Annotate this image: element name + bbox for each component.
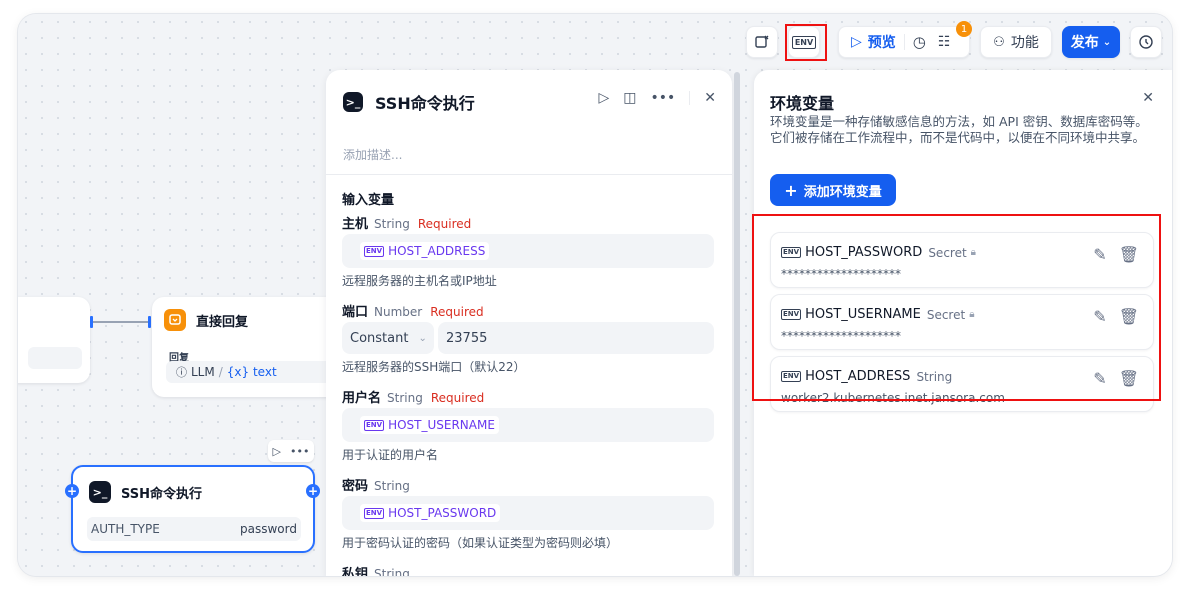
username-help: 用于认证的用户名 [342, 448, 439, 462]
private-key-label: 私钥 String [342, 567, 410, 576]
description-input[interactable]: 添加描述... [343, 146, 402, 163]
edge-connector [92, 321, 150, 323]
features-icon: ⚇ [993, 34, 1005, 50]
ssh-node-param: AUTH_TYPE password [87, 517, 301, 541]
version-history-button[interactable] [1130, 26, 1162, 58]
reply-separator: / [218, 365, 223, 379]
reply-node-title: 直接回复 [196, 314, 249, 330]
edge-handle-right[interactable] [148, 316, 151, 328]
start-node-partial[interactable] [18, 297, 90, 383]
checklist-icon[interactable]: ☷ [938, 34, 951, 50]
port-label: 端口 Number Required [342, 305, 484, 320]
run-history-icon[interactable]: ◷ [913, 33, 926, 51]
run-icon[interactable]: ▷ [598, 90, 609, 106]
param-key: AUTH_TYPE [91, 522, 160, 536]
terminal-icon: >_ [89, 481, 111, 503]
ssh-node-title: SSH命令执行 [121, 486, 203, 502]
section-title: 输入变量 [342, 193, 395, 208]
env-variable-chip[interactable]: ENV HOST_PASSWORD [360, 504, 501, 522]
env-variable-chip[interactable]: ENV HOST_USERNAME [360, 416, 499, 434]
host-help: 远程服务器的主机名或IP地址 [342, 274, 497, 288]
env-button-highlight [785, 24, 827, 61]
preview-label: 预览 [867, 35, 896, 51]
close-icon[interactable]: ✕ [1142, 90, 1154, 106]
env-icon: ENV [364, 507, 385, 519]
reply-icon [164, 309, 186, 331]
publish-label: 发布 [1070, 35, 1099, 51]
port-input[interactable]: 23755 [438, 322, 714, 354]
plus-icon: + [784, 180, 798, 200]
env-list-highlight [752, 214, 1161, 401]
username-label: 用户名 String Required [342, 391, 485, 406]
close-icon[interactable]: ✕ [704, 90, 716, 106]
port-help: 远程服务器的SSH端口（默认22） [342, 360, 526, 374]
env-panel-title: 环境变量 [770, 94, 835, 113]
reply-field-value: ⓘ LLM / {x} text [166, 361, 334, 383]
llm-icon: ⓘ [176, 366, 187, 379]
terminal-icon: >_ [343, 92, 363, 112]
env-icon: ENV [364, 245, 385, 257]
reply-node[interactable]: 直接回复 回复 ⓘ LLM / {x} text [152, 297, 342, 397]
ssh-node-output-port[interactable]: + [306, 484, 320, 498]
divider [903, 34, 905, 50]
split-view-icon[interactable]: ◫ [623, 90, 636, 106]
checklist-toggle-button[interactable] [746, 26, 778, 58]
username-input[interactable]: ENV HOST_USERNAME [342, 408, 714, 442]
host-label: 主机 String Required [342, 217, 472, 232]
more-icon[interactable]: ••• [290, 445, 309, 458]
checklist-badge: 1 [956, 21, 972, 37]
port-value: 23755 [446, 330, 488, 346]
panel-scrollbar[interactable] [734, 72, 740, 576]
play-icon: ▷ [851, 34, 862, 50]
pin-icon [755, 35, 769, 48]
panel-title: SSH命令执行 [375, 94, 475, 113]
reply-variable: {x} text [226, 365, 277, 379]
add-env-button[interactable]: + 添加环境变量 [770, 174, 896, 206]
param-value: password [240, 522, 297, 536]
ssh-node-panel: >_ SSH命令执行 ▷ ◫ ••• ✕ 添加描述... 输入变量 主机 Stri… [326, 70, 732, 576]
divider [689, 91, 691, 105]
env-variable-chip[interactable]: ENV HOST_ADDRESS [360, 242, 490, 260]
ssh-node[interactable]: >_ SSH命令执行 AUTH_TYPE password [71, 465, 315, 553]
reply-llm-label: LLM [191, 365, 215, 379]
password-input[interactable]: ENV HOST_PASSWORD [342, 496, 714, 530]
more-icon[interactable]: ••• [650, 90, 675, 106]
features-button[interactable]: ⚇ 功能 [980, 26, 1052, 58]
password-help: 用于密码认证的密码（如果认证类型为密码则必填） [342, 536, 619, 550]
env-panel-description: 环境变量是一种存储敏感信息的方法，如 API 密钥、数据库密码等。它们被存储在工… [770, 114, 1148, 145]
features-label: 功能 [1010, 35, 1039, 51]
edge-handle-left[interactable] [90, 316, 93, 328]
add-env-label: 添加环境变量 [803, 184, 882, 200]
preview-group: ▷ 预览 ◷ ☷ [838, 26, 970, 58]
ssh-node-input-port[interactable]: + [65, 484, 79, 498]
host-input[interactable]: ENV HOST_ADDRESS [342, 234, 714, 268]
run-node-icon[interactable]: ▷ [273, 445, 281, 458]
chevron-down-icon: ⌄ [418, 332, 427, 344]
history-icon [1139, 35, 1153, 49]
env-icon: ENV [364, 419, 385, 431]
preview-button[interactable]: ▷ 预览 [851, 32, 896, 52]
port-mode-select[interactable]: Constant ⌄ [342, 322, 434, 354]
panel-divider [326, 174, 732, 175]
port-mode-value: Constant [350, 330, 409, 346]
publish-button[interactable]: 发布 ⌄ [1062, 26, 1120, 58]
password-label: 密码 String [342, 479, 410, 494]
node-mini-toolbar: ▷ ••• [268, 440, 314, 462]
chevron-down-icon: ⌄ [1102, 36, 1112, 48]
node-field [28, 347, 82, 369]
